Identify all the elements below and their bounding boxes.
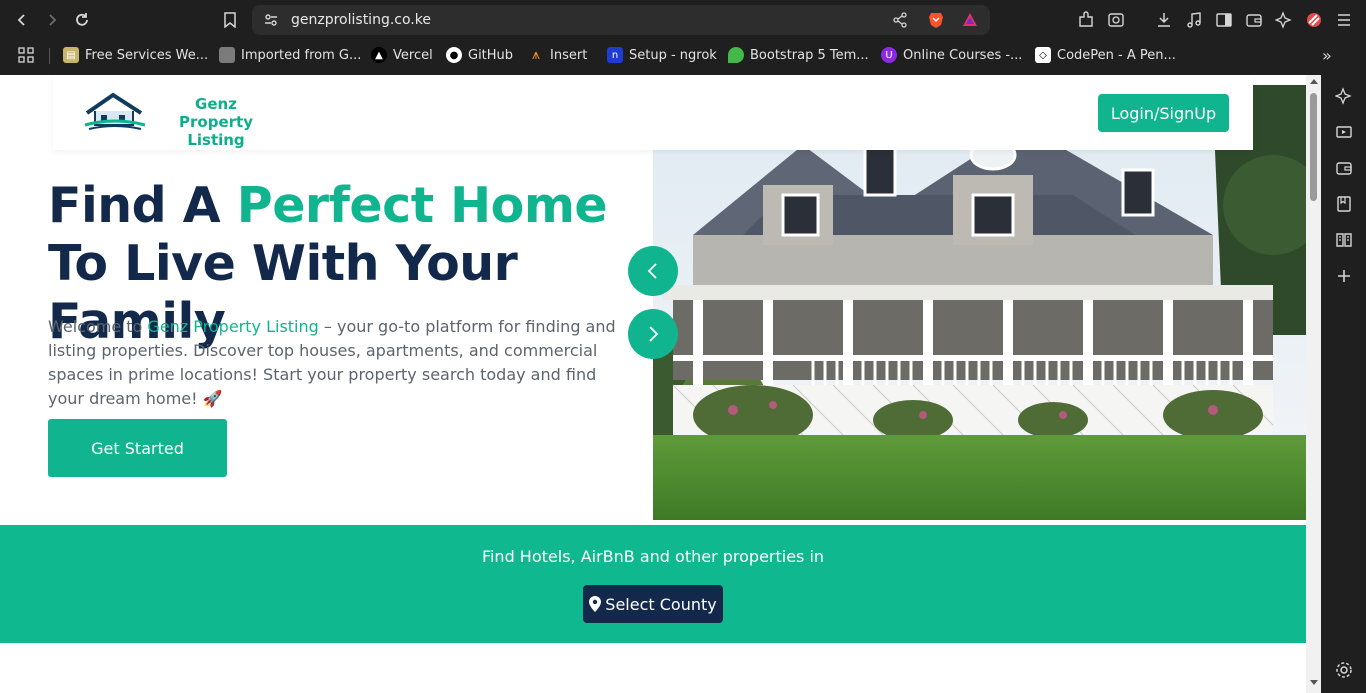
site-navbar: Genz Property Listing Login/SignUp (53, 75, 1253, 150)
select-county-label: Select County (605, 594, 717, 614)
scroll-up-icon[interactable] (1310, 79, 1318, 84)
brand-name[interactable]: Genz Property Listing (161, 95, 271, 149)
url-text: genzprolisting.co.ke (291, 12, 431, 28)
bookmark-label: Insert (550, 47, 588, 63)
band-text: Find Hotels, AirBnB and other properties… (481, 547, 825, 566)
get-started-button[interactable]: Get Started (48, 419, 227, 477)
bookmark-item[interactable]: n Setup - ngrok (607, 46, 717, 64)
sidebar-toggle-icon[interactable] (1214, 10, 1234, 30)
headline-prefix: Find A (48, 177, 237, 234)
headline-accent: Perfect Home (236, 177, 608, 234)
vercel-icon: ▲ (371, 47, 387, 63)
bookmark-item[interactable]: ⩚ Insert (528, 46, 587, 64)
intro-prefix: Welcome to (48, 317, 148, 336)
reading-list-icon[interactable] (1333, 229, 1355, 251)
brave-shield-icon[interactable] (928, 11, 944, 34)
reload-button[interactable] (70, 8, 94, 32)
bookmark-label: CodePen - A Pen... (1057, 47, 1176, 63)
site-settings-icon[interactable] (263, 12, 279, 33)
bookmark-item[interactable]: U Online Courses -... (881, 46, 1022, 64)
bookmark-label: GitHub (468, 47, 514, 63)
map-pin-icon (589, 596, 602, 612)
share-icon[interactable] (892, 12, 908, 33)
chevron-right-icon (649, 326, 659, 342)
select-county-button[interactable]: Select County (583, 585, 723, 623)
media-panel-icon[interactable] (1333, 121, 1355, 143)
bookmark-label: Online Courses -... (903, 47, 1023, 63)
settings-gear-icon[interactable] (1333, 659, 1355, 681)
add-panel-icon[interactable] (1333, 265, 1355, 287)
bookmark-label: Vercel (393, 47, 433, 63)
county-search-band: Find Hotels, AirBnB and other properties… (0, 525, 1306, 643)
insert-icon: ⩚ (532, 47, 540, 63)
carousel-prev-button[interactable] (628, 246, 678, 296)
hero-intro: Welcome to Genz Property Listing – your … (48, 315, 620, 411)
bookmark-item[interactable]: ● GitHub (446, 46, 513, 64)
wallet-panel-icon[interactable] (1333, 157, 1355, 179)
bookmark-label: Bootstrap 5 Tem... (750, 47, 869, 63)
bookmark-item[interactable]: ◇ CodePen - A Pen... (1035, 46, 1176, 64)
apps-icon[interactable] (17, 46, 35, 64)
bookmark-item[interactable]: ▲ Vercel (371, 46, 433, 64)
bookmarks-bar: ▤ Free Services We... Imported from G...… (0, 40, 1366, 70)
forward-button[interactable] (40, 8, 64, 32)
bookmark-icon[interactable] (218, 8, 242, 32)
folder-icon (219, 47, 235, 63)
menu-icon[interactable] (1334, 10, 1354, 30)
brave-rewards-icon[interactable] (962, 12, 978, 33)
bookmark-item[interactable]: ▤ Free Services We... (63, 46, 208, 64)
browser-toolbar: genzprolisting.co.ke (0, 0, 1366, 40)
scroll-down-icon[interactable] (1310, 680, 1318, 685)
address-bar[interactable]: genzprolisting.co.ke (252, 5, 990, 35)
github-icon: ● (446, 47, 462, 63)
login-signup-button[interactable]: Login/SignUp (1098, 94, 1229, 132)
hero-house-image (653, 85, 1306, 520)
ngrok-icon: n (607, 47, 623, 63)
bookmarks-panel-icon[interactable] (1333, 193, 1355, 215)
udemy-icon: U (881, 47, 897, 63)
screenshot-search-icon[interactable] (1106, 10, 1126, 30)
browser-side-panel (1321, 75, 1366, 693)
chevron-left-icon (647, 263, 657, 279)
back-button[interactable] (10, 8, 34, 32)
bookmark-item[interactable]: Bootstrap 5 Tem... (728, 46, 869, 64)
page-viewport: Genz Property Listing Login/SignUp Find … (0, 75, 1306, 693)
bookmarks-divider (49, 48, 50, 64)
leo-panel-icon[interactable] (1333, 85, 1355, 107)
page-scrollbar[interactable] (1306, 75, 1321, 693)
scroll-thumb[interactable] (1310, 93, 1317, 201)
site-logo-icon[interactable] (83, 91, 147, 140)
bookmark-label: Imported from G... (241, 47, 362, 63)
media-icon[interactable] (1184, 10, 1204, 30)
bookmark-label: Free Services We... (85, 47, 209, 63)
leo-ai-icon[interactable] (1274, 10, 1294, 30)
bookmark-folder-icon: ▤ (63, 47, 79, 63)
vpn-icon[interactable] (1304, 10, 1324, 30)
carousel-next-button[interactable] (628, 309, 678, 359)
wallet-icon[interactable] (1244, 10, 1264, 30)
bootstrap-icon (728, 47, 744, 63)
bookmark-item[interactable]: Imported from G... (219, 46, 361, 64)
bookmark-label: Setup - ngrok (629, 47, 717, 63)
intro-brand-link[interactable]: Genz Property Listing (147, 317, 318, 336)
download-icon[interactable] (1154, 10, 1174, 30)
more-bookmarks-icon[interactable]: » (1322, 46, 1332, 65)
codepen-icon: ◇ (1035, 47, 1051, 63)
extensions-icon[interactable] (1076, 10, 1096, 30)
